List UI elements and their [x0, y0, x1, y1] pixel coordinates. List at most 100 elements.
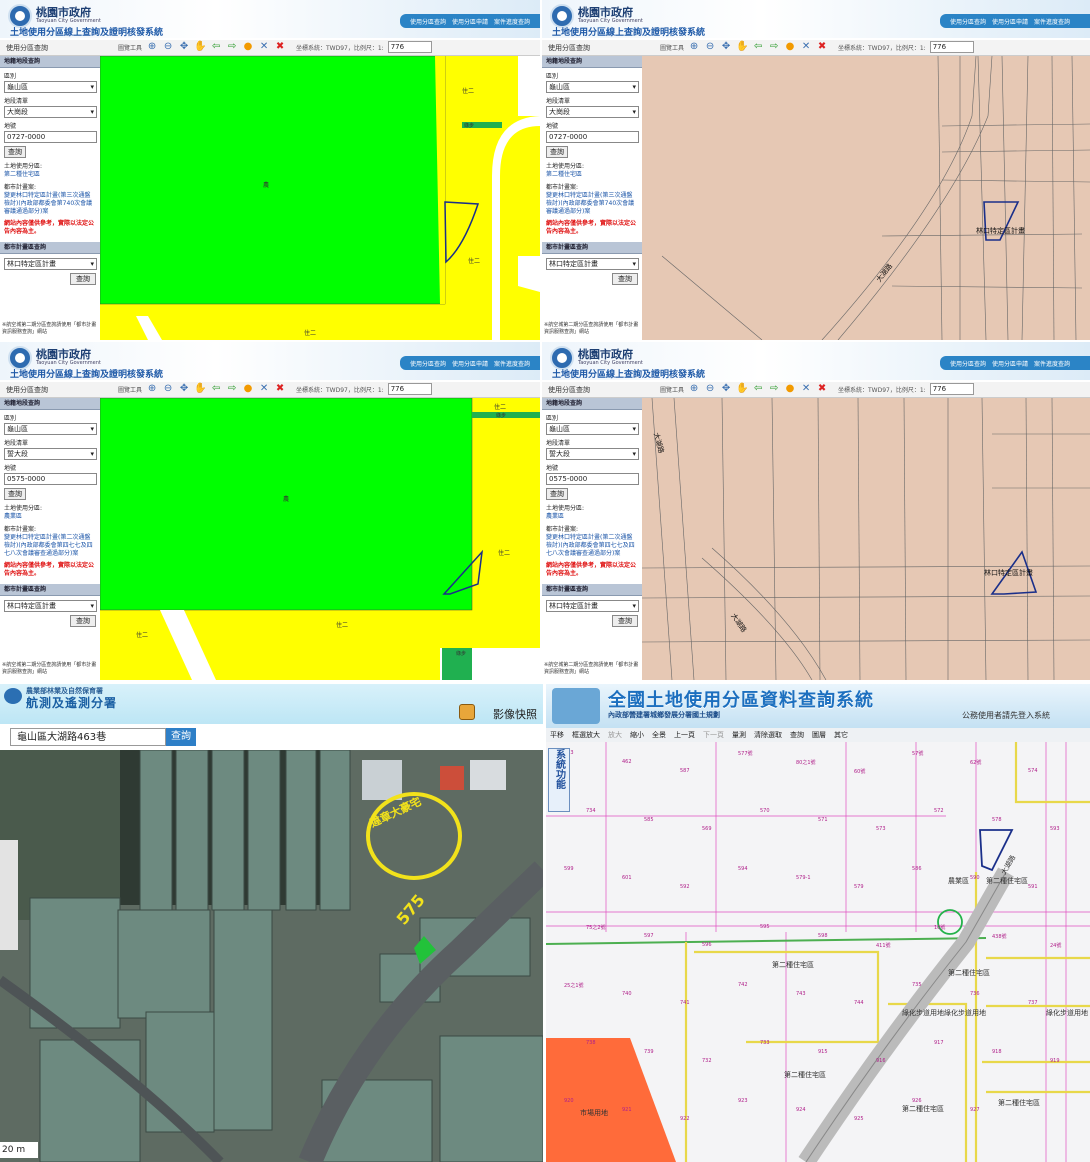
address-search-input[interactable]: 龜山區大湖路463巷: [10, 728, 166, 746]
section-select[interactable]: 大崗段: [4, 106, 97, 118]
full-extent-icon[interactable]: ✥: [720, 383, 732, 395]
tool-full-extent[interactable]: 全景: [652, 730, 666, 740]
aerial-map[interactable]: 違章大豪宅 575 20 m: [0, 750, 543, 1162]
clear-icon[interactable]: ✖: [274, 41, 286, 53]
query-button[interactable]: 查詢: [4, 488, 26, 500]
tool-layers[interactable]: 圖層: [812, 730, 826, 740]
section-header-parcel[interactable]: 地籍地段查詢: [0, 398, 100, 410]
zoom-out-icon[interactable]: ⊖: [704, 41, 716, 53]
back-arrow-icon[interactable]: ⇦: [210, 41, 222, 53]
airport-note[interactable]: ※航空城第二期分區查詢請使用「都市計畫資訊服務查詢」網站: [2, 662, 100, 676]
zoom-out-icon[interactable]: ⊖: [162, 41, 174, 53]
plan-area-select[interactable]: 林口特定區計畫: [4, 600, 97, 612]
scale-input[interactable]: 776: [387, 383, 432, 395]
tab-landuse-query[interactable]: 使用分區查詢: [6, 385, 48, 395]
parcel-input[interactable]: 0575-0000: [4, 473, 97, 485]
info-icon[interactable]: ●: [242, 383, 254, 395]
back-arrow-icon[interactable]: ⇦: [210, 383, 222, 395]
section-header-parcel[interactable]: 地籍地段查詢: [542, 56, 642, 68]
cadastral-map[interactable]: 林口特定區計畫 大湖路: [642, 56, 1090, 340]
scale-input[interactable]: 776: [387, 41, 432, 53]
tool-measure[interactable]: 量測: [732, 730, 746, 740]
info-icon[interactable]: ●: [784, 383, 796, 395]
nav-landuse-apply[interactable]: 使用分區申請: [452, 17, 488, 26]
info-icon[interactable]: ●: [242, 41, 254, 53]
tool-query[interactable]: 查詢: [790, 730, 804, 740]
address-search-button[interactable]: 查詢: [166, 728, 196, 746]
zoning-map[interactable]: 住二 住二 住二 農 綠步: [100, 56, 540, 340]
clear-icon[interactable]: ✖: [816, 41, 828, 53]
district-select[interactable]: 龜山區: [4, 423, 97, 435]
info-icon[interactable]: ●: [784, 41, 796, 53]
nav-landuse-query[interactable]: 使用分區查詢: [950, 17, 986, 26]
plan-value[interactable]: 變更林口特定區計畫(第二次通盤檢討)(內政部都委會第四七七及四七八次會議審查通過…: [4, 534, 96, 558]
scale-input[interactable]: 776: [929, 383, 974, 395]
section-header-parcel[interactable]: 地籍地段查詢: [0, 56, 100, 68]
pan-hand-icon[interactable]: ✋: [736, 41, 748, 53]
measure-icon[interactable]: ✕: [258, 383, 270, 395]
plan-value[interactable]: 變更林口特定區計畫(第三次通盤檢討)(內政部都委會第740次會議審議通過部分)案: [4, 192, 96, 216]
forward-arrow-icon[interactable]: ⇨: [768, 41, 780, 53]
national-map[interactable]: 第二種住宅區 第二種住宅區 第二種住宅區 第二種住宅區 第二種住宅區 第二種住宅…: [546, 742, 1090, 1162]
plan-query-button[interactable]: 查詢: [70, 273, 96, 285]
section-select[interactable]: 誓大段: [4, 448, 97, 460]
query-button[interactable]: 查詢: [546, 488, 568, 500]
section-header-parcel[interactable]: 地籍地段查詢: [542, 398, 642, 410]
clear-icon[interactable]: ✖: [274, 383, 286, 395]
scale-input[interactable]: 776: [929, 41, 974, 53]
tool-zoom-out[interactable]: 縮小: [630, 730, 644, 740]
nav-landuse-query[interactable]: 使用分區查詢: [410, 17, 446, 26]
plan-query-button[interactable]: 查詢: [612, 615, 638, 627]
section-header-plan[interactable]: 都市計畫區查詢: [542, 584, 642, 596]
nav-landuse-query[interactable]: 使用分區查詢: [410, 359, 446, 368]
cadastral-map[interactable]: 林口特定區計畫 大湖路 大湖路: [642, 398, 1090, 680]
zoom-out-icon[interactable]: ⊖: [162, 383, 174, 395]
snapshot-label[interactable]: 影像快照: [493, 706, 537, 722]
parcel-input[interactable]: 0575-0000: [546, 473, 639, 485]
zoom-in-icon[interactable]: ⊕: [146, 41, 158, 53]
section-select[interactable]: 大崗段: [546, 106, 639, 118]
parcel-input[interactable]: 0727-0000: [4, 131, 97, 143]
airport-note[interactable]: ※航空城第二期分區查詢請使用「都市計畫資訊服務查詢」網站: [544, 662, 642, 676]
section-header-plan[interactable]: 都市計畫區查詢: [0, 584, 100, 596]
query-button[interactable]: 查詢: [546, 146, 568, 158]
plan-area-select[interactable]: 林口特定區計畫: [4, 258, 97, 270]
section-header-plan[interactable]: 都市計畫區查詢: [0, 242, 100, 254]
measure-icon[interactable]: ✕: [258, 41, 270, 53]
tool-prev-page[interactable]: 上一頁: [674, 730, 695, 740]
district-select[interactable]: 龜山區: [546, 81, 639, 93]
snapshot-icon[interactable]: [459, 704, 475, 720]
plan-query-button[interactable]: 查詢: [612, 273, 638, 285]
nav-case-progress[interactable]: 案件進度查詢: [1034, 17, 1070, 26]
section-header-plan[interactable]: 都市計畫區查詢: [542, 242, 642, 254]
tab-landuse-query[interactable]: 使用分區查詢: [6, 43, 48, 53]
full-extent-icon[interactable]: ✥: [178, 41, 190, 53]
forward-arrow-icon[interactable]: ⇨: [226, 383, 238, 395]
plan-area-select[interactable]: 林口特定區計畫: [546, 258, 639, 270]
zoom-in-icon[interactable]: ⊕: [688, 41, 700, 53]
plan-query-button[interactable]: 查詢: [70, 615, 96, 627]
nav-landuse-apply[interactable]: 使用分區申請: [992, 17, 1028, 26]
forward-arrow-icon[interactable]: ⇨: [226, 41, 238, 53]
query-button[interactable]: 查詢: [4, 146, 26, 158]
plan-value[interactable]: 變更林口特定區計畫(第三次通盤檢討)(內政部都委會第740次會議審議通過部分)案: [546, 192, 638, 216]
system-functions-button[interactable]: 系統功能: [548, 748, 570, 812]
full-extent-icon[interactable]: ✥: [720, 41, 732, 53]
airport-note[interactable]: ※航空城第二期分區查詢請使用「都市計畫資訊服務查詢」網站: [544, 322, 642, 336]
tool-box-zoom[interactable]: 框選放大: [572, 730, 600, 740]
nav-case-progress[interactable]: 案件進度查詢: [494, 17, 530, 26]
zoom-out-icon[interactable]: ⊖: [704, 383, 716, 395]
section-select[interactable]: 誓大段: [546, 448, 639, 460]
nav-landuse-apply[interactable]: 使用分區申請: [992, 359, 1028, 368]
pan-hand-icon[interactable]: ✋: [194, 41, 206, 53]
plan-value[interactable]: 變更林口特定區計畫(第二次通盤檢討)(內政部都委會第四七七及四七八次會議審查通過…: [546, 534, 638, 558]
zoning-map[interactable]: 住二 住二 住二 住二 農 綠步 綠步: [100, 398, 540, 680]
district-select[interactable]: 龜山區: [546, 423, 639, 435]
tool-other[interactable]: 其它: [834, 730, 848, 740]
airport-note[interactable]: ※航空城第二期分區查詢請使用「都市計畫資訊服務查詢」網站: [2, 322, 100, 336]
nav-case-progress[interactable]: 案件進度查詢: [494, 359, 530, 368]
zoom-in-icon[interactable]: ⊕: [688, 383, 700, 395]
pan-hand-icon[interactable]: ✋: [736, 383, 748, 395]
tool-zoom-in[interactable]: 放大: [608, 730, 622, 740]
tool-clear-selection[interactable]: 清除選取: [754, 730, 782, 740]
